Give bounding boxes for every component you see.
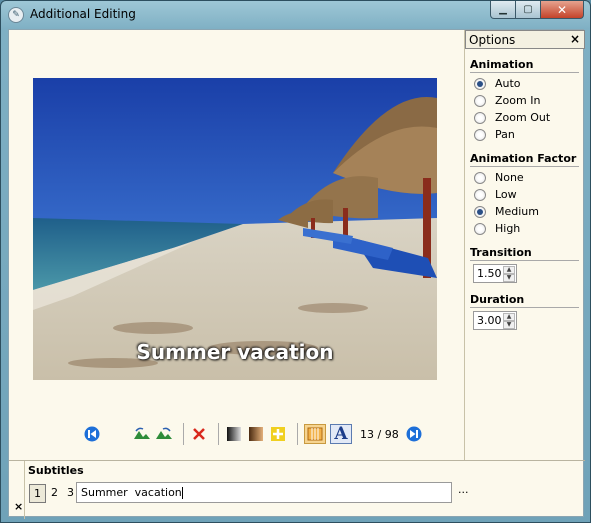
toolbar-separator <box>183 423 184 445</box>
text-button[interactable]: A <box>330 424 352 444</box>
crop-button[interactable] <box>304 424 326 444</box>
subtitle-text-input[interactable]: Summer vacation <box>76 482 452 503</box>
rotate-right-icon <box>156 427 172 439</box>
options-close-icon[interactable]: × <box>570 32 580 46</box>
duration-section-label: Duration <box>470 293 579 308</box>
image-toolbar: A 13 / 98 <box>83 422 427 446</box>
crop-icon <box>307 427 323 441</box>
options-header: Options × <box>465 30 585 49</box>
radio-icon <box>474 111 486 124</box>
subtitle-more-button[interactable]: ... <box>458 483 469 496</box>
sepia-icon <box>249 427 263 441</box>
previous-button[interactable] <box>83 425 101 443</box>
radio-animation-pan[interactable]: Pan <box>474 128 515 141</box>
duration-value: 3.00 <box>477 314 502 327</box>
next-button[interactable] <box>405 425 423 443</box>
duration-spin-buttons[interactable]: ▲ ▼ <box>503 313 515 329</box>
spin-down-icon[interactable]: ▼ <box>503 274 515 282</box>
animation-section-label: Animation <box>470 58 579 73</box>
grayscale-icon <box>227 427 241 441</box>
options-title: Options <box>469 33 516 47</box>
toolbar-separator <box>218 423 219 445</box>
image-counter: 13 / 98 <box>360 427 399 441</box>
spin-up-icon[interactable]: ▲ <box>503 313 515 321</box>
maximize-button[interactable]: ▢ <box>516 1 541 19</box>
rotate-left-button[interactable] <box>133 425 151 443</box>
animation-factor-section-label: Animation Factor <box>470 152 579 167</box>
transition-section-label: Transition <box>470 246 579 261</box>
spin-up-icon[interactable]: ▲ <box>503 266 515 274</box>
subtitle-text-value: Summer vacation <box>81 486 182 499</box>
radio-icon <box>474 188 486 201</box>
radio-factor-none[interactable]: None <box>474 171 524 184</box>
radio-icon <box>474 128 486 141</box>
text-icon: A <box>334 424 348 444</box>
transition-value: 1.50 <box>477 267 502 280</box>
window-title: Additional Editing <box>30 7 136 21</box>
radio-icon <box>474 94 486 107</box>
app-icon: ✎ <box>8 7 24 23</box>
radio-animation-zoom-out[interactable]: Zoom Out <box>474 111 550 124</box>
options-panel: Options × Animation Auto Zoom In Zoom Ou… <box>464 30 585 460</box>
subtitles-panel: × Subtitles 1 2 3 Summer vacation ... <box>9 460 585 519</box>
sepia-button[interactable] <box>247 425 265 443</box>
photo-preview[interactable]: Summer vacation <box>33 78 437 380</box>
brightness-button[interactable] <box>269 425 287 443</box>
minimize-icon: ▁ <box>499 4 507 15</box>
transition-spin-buttons[interactable]: ▲ ▼ <box>503 266 515 282</box>
rotate-left-icon <box>134 427 150 439</box>
minimize-button[interactable]: ▁ <box>490 1 516 19</box>
radio-animation-zoom-in[interactable]: Zoom In <box>474 94 540 107</box>
rotate-right-button[interactable] <box>155 425 173 443</box>
window: ✎ Additional Editing ▁ ▢ ✕ Summer vacati… <box>0 0 591 523</box>
delete-icon <box>193 428 205 440</box>
subtitles-close-icon[interactable]: × <box>14 500 23 513</box>
duration-spinner[interactable]: 3.00 ▲ ▼ <box>473 311 517 330</box>
radio-icon <box>474 205 486 218</box>
caption-buttons: ▁ ▢ ✕ <box>490 1 584 19</box>
radio-animation-auto[interactable]: Auto <box>474 77 521 90</box>
subtitle-page-1[interactable]: 1 <box>29 484 46 503</box>
radio-icon <box>474 222 486 235</box>
subtitle-page-2[interactable]: 2 <box>47 484 62 503</box>
beach-photo <box>33 78 437 380</box>
title-bar[interactable]: ✎ Additional Editing ▁ ▢ ✕ <box>1 1 590 29</box>
maximize-icon: ▢ <box>523 4 533 15</box>
toolbar-separator <box>297 423 298 445</box>
transition-spinner[interactable]: 1.50 ▲ ▼ <box>473 264 517 283</box>
radio-factor-high[interactable]: High <box>474 222 520 235</box>
text-caret <box>181 487 183 499</box>
grayscale-button[interactable] <box>225 425 243 443</box>
close-button[interactable]: ✕ <box>541 1 584 19</box>
brightness-icon <box>271 427 285 441</box>
prev-icon <box>84 426 100 442</box>
subtitles-label: Subtitles <box>28 464 84 477</box>
subtitle-overlay: Summer vacation <box>136 340 334 364</box>
close-icon: ✕ <box>556 2 568 17</box>
spin-down-icon[interactable]: ▼ <box>503 321 515 329</box>
radio-factor-low[interactable]: Low <box>474 188 517 201</box>
client-area: Summer vacation A 13 / 98 Options × Anim… <box>8 29 585 519</box>
radio-factor-medium[interactable]: Medium <box>474 205 539 218</box>
radio-icon <box>474 171 486 184</box>
delete-button[interactable] <box>190 425 208 443</box>
radio-icon <box>474 77 486 90</box>
next-icon <box>406 426 422 442</box>
